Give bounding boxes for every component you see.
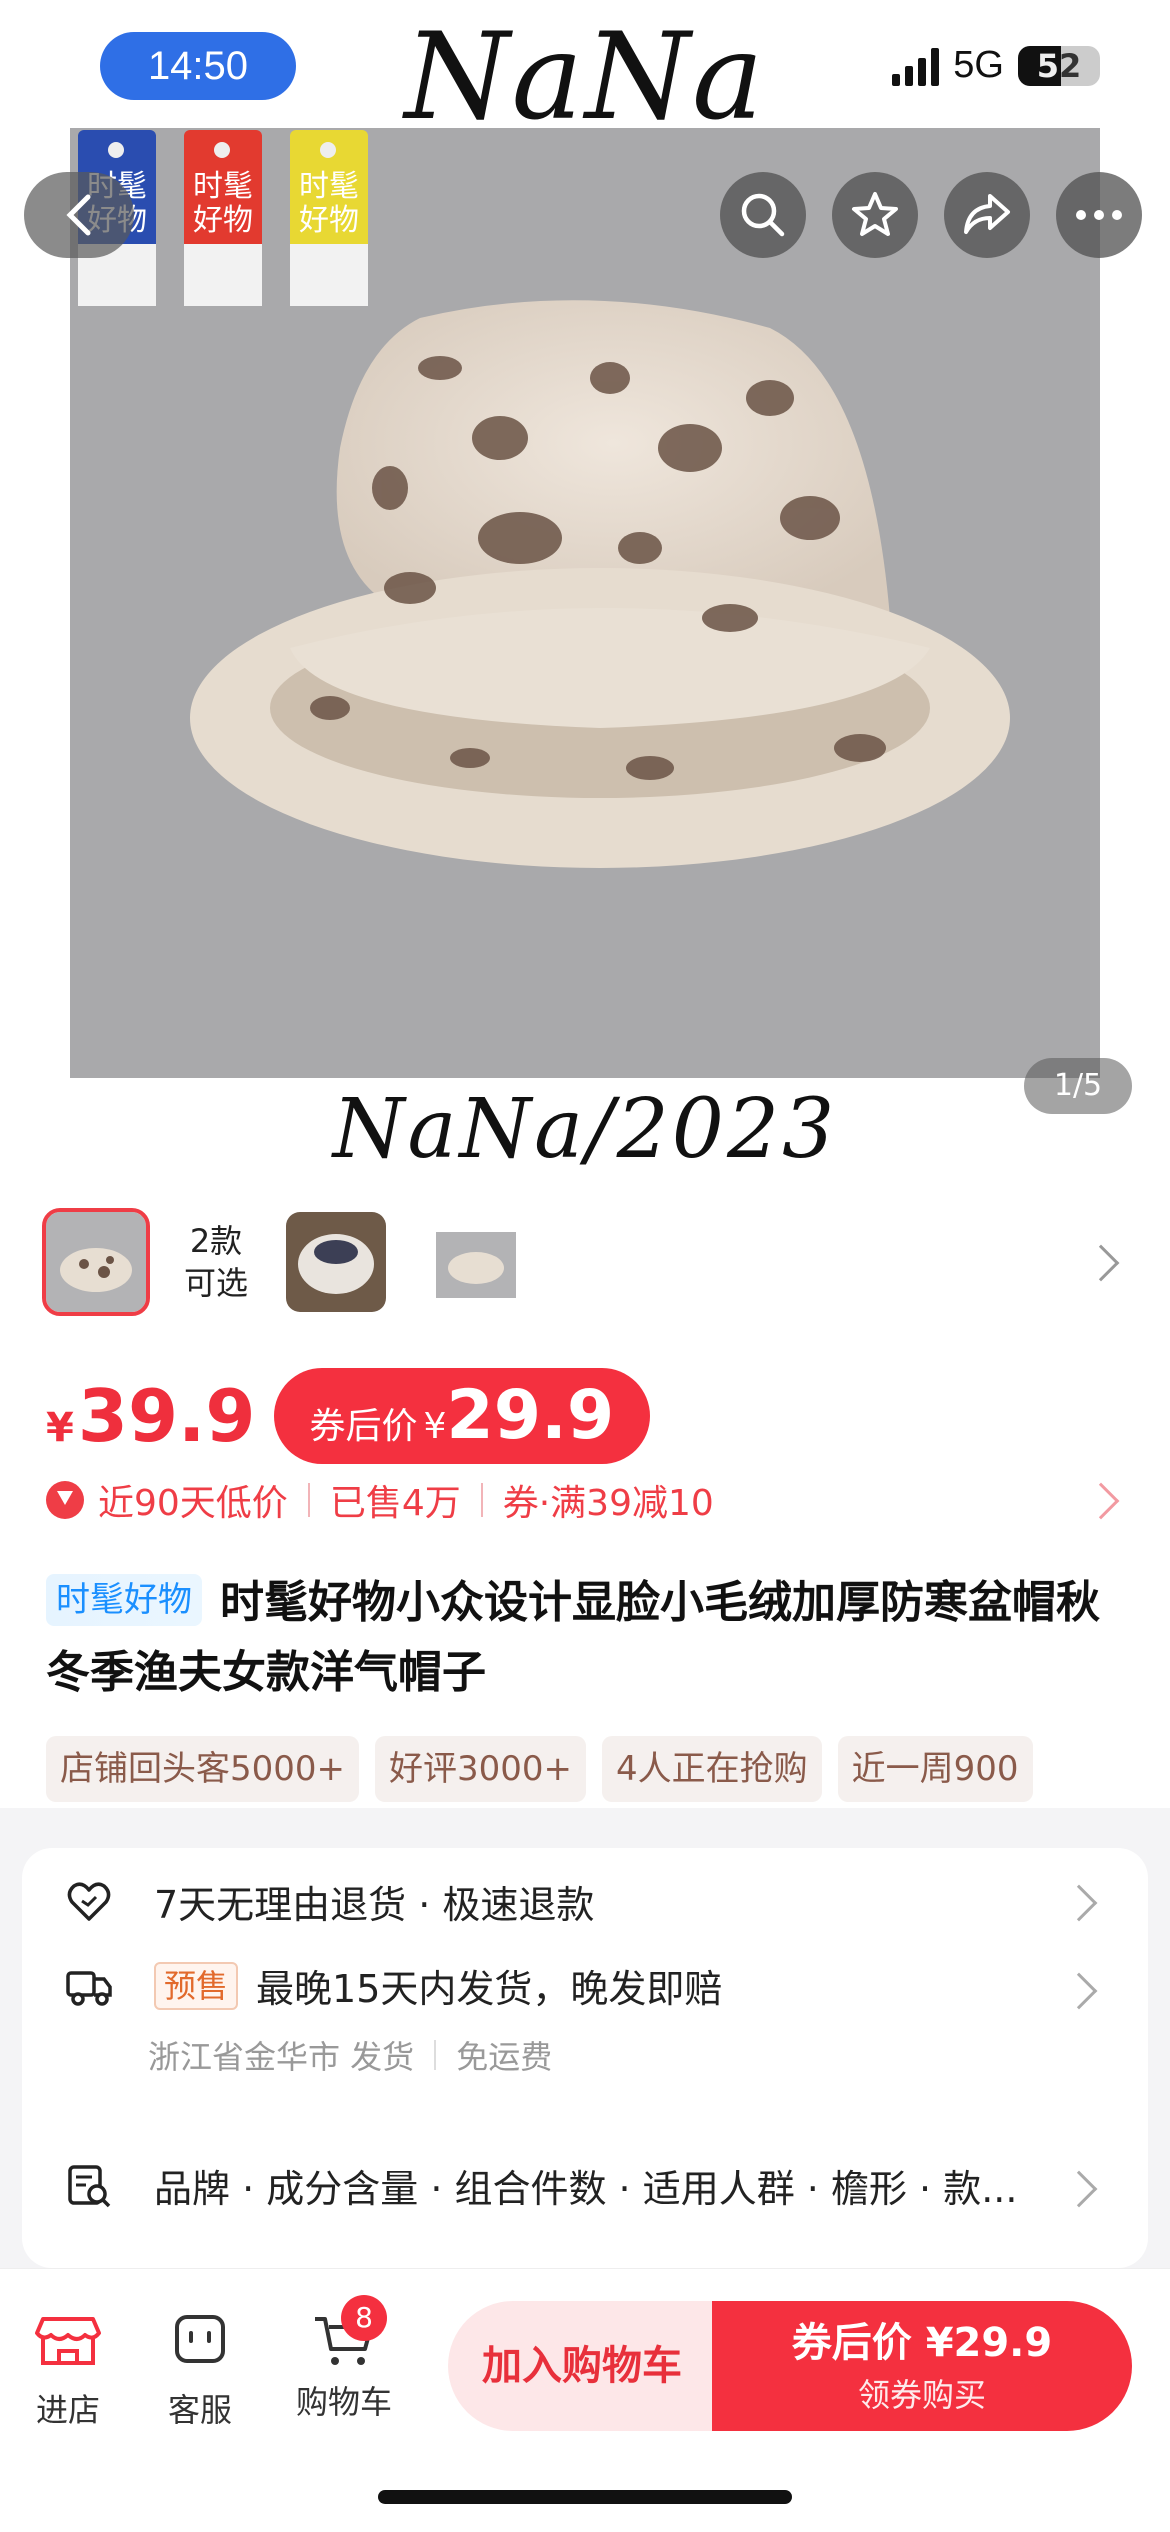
original-price: ¥39.9 — [46, 1374, 256, 1458]
heart-refund-icon — [67, 1881, 111, 1921]
status-time: 14:50 — [100, 32, 296, 100]
more-icon — [1076, 210, 1122, 220]
promo-tag-card: 时髦好物 — [290, 130, 368, 306]
battery-level: 52 — [1036, 46, 1082, 85]
price-hints[interactable]: 近90天低价 已售4万 券·满39减10 — [46, 1474, 1126, 1526]
chat-icon — [175, 2315, 225, 2363]
shipping-origin: 浙江省金华市 发货 免运费 — [148, 2038, 553, 2076]
store-icon — [35, 2317, 101, 2365]
tab-store[interactable]: 进店 — [8, 2313, 128, 2431]
params-icon — [68, 2164, 111, 2207]
coupon-hint: 券·满39减10 — [502, 1483, 714, 1524]
signal-icon — [892, 46, 940, 86]
low-price-hint: 近90天低价 — [98, 1483, 288, 1524]
share-icon — [964, 194, 1010, 234]
image-page-indicator: 1/5 — [1024, 1058, 1132, 1114]
tab-customer-service[interactable]: 客服 — [140, 2313, 260, 2431]
variant-thumb-selected[interactable] — [42, 1208, 150, 1316]
brand-caption: NaNa/2023 — [332, 1082, 838, 1177]
variant-selector[interactable]: 2款 可选 — [42, 1208, 526, 1316]
bucket-hat-illustration — [190, 300, 1010, 868]
product-gallery[interactable]: NaNa NaNa/2023 14:50 5G 52 时髦好物 时髦好物 时髦好… — [0, 0, 1170, 1200]
search-icon — [741, 193, 785, 237]
promo-tag-card: 时髦好物 — [184, 130, 262, 306]
variant-count: 2款 可选 — [183, 1222, 248, 1302]
variant-thumb[interactable] — [286, 1212, 386, 1312]
presale-badge: 预售 — [154, 1961, 239, 2010]
chip-good-reviews: 好评3000+ — [375, 1736, 587, 1802]
share-button[interactable] — [944, 172, 1030, 258]
favorite-button[interactable] — [832, 172, 918, 258]
network-type: 5G — [953, 44, 1004, 86]
price-down-icon — [46, 1481, 84, 1519]
service-list: 7天无理由退货 · 极速退款 预售 最晚15天内发货，晚发即赔 浙江省金华市 发… — [22, 1848, 1148, 2268]
back-button[interactable] — [24, 172, 134, 258]
chevron-right-icon[interactable] — [1082, 1244, 1120, 1282]
buy-with-coupon-button[interactable]: 券后价 ¥29.9 领券购买 — [712, 2301, 1132, 2431]
back-icon — [66, 194, 91, 236]
sold-count: 已售4万 — [329, 1483, 461, 1524]
home-indicator[interactable] — [378, 2490, 792, 2504]
search-button[interactable] — [720, 172, 806, 258]
variant-thumb[interactable] — [426, 1212, 526, 1312]
status-indicators: 5G 52 — [892, 44, 1100, 87]
coupon-price-pill[interactable]: 券后价 ¥ 29.9 — [273, 1368, 651, 1464]
truck-icon — [66, 1970, 112, 2006]
battery-icon: 52 — [1018, 45, 1100, 86]
star-icon — [852, 192, 898, 236]
shipping-row[interactable]: 预售 最晚15天内发货，晚发即赔 — [64, 1958, 1114, 2013]
chip-buying-now: 4人正在抢购 — [602, 1736, 822, 1802]
returns-row[interactable]: 7天无理由退货 · 极速退款 — [64, 1874, 1114, 1929]
more-button[interactable] — [1056, 172, 1142, 258]
title-badge: 时髦好物 — [46, 1574, 202, 1626]
social-proof-chips: 店铺回头客5000+ 好评3000+ 4人正在抢购 近一周900 — [46, 1736, 1126, 1802]
chip-repeat-customers: 店铺回头客5000+ — [46, 1736, 360, 1802]
chip-weekly-sales: 近一周900 — [837, 1736, 1033, 1802]
cart-count-badge: 8 — [341, 2295, 387, 2341]
tab-cart[interactable]: 8 购物车 — [284, 2295, 404, 2423]
product-title: 时髦好物 时髦好物小众设计显脸小毛绒加厚防寒盆帽秋冬季渔夫女款洋气帽子 — [46, 1568, 1126, 1708]
params-row[interactable]: 品牌 · 成分含量 · 组合件数 · 适用人群 · 檐形 · 款... — [64, 2158, 1114, 2213]
price-row: ¥39.9 券后价 ¥ 29.9 — [46, 1368, 651, 1464]
add-to-cart-button[interactable]: 加入购物车 — [448, 2301, 716, 2431]
